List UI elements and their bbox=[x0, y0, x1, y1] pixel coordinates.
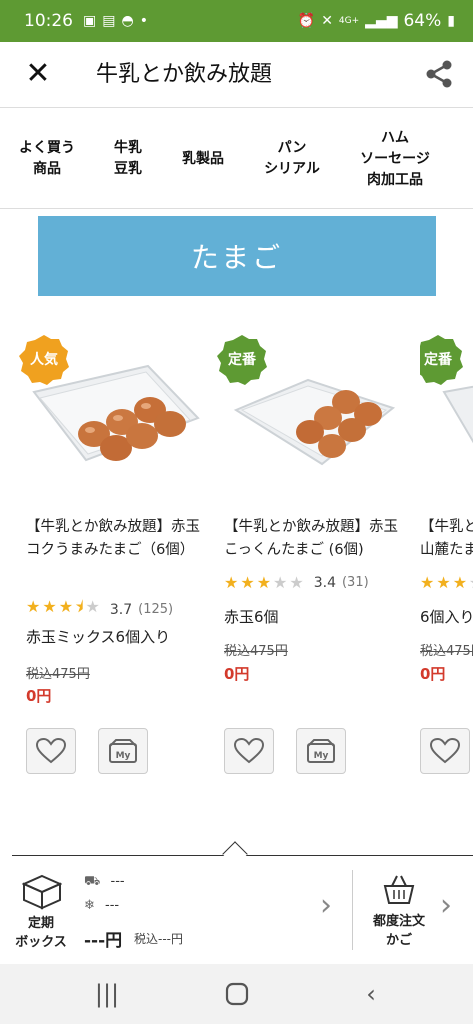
notification-icon: ▤ bbox=[102, 13, 116, 29]
product-note: 6個入り bbox=[420, 608, 473, 626]
status-bar: 10:26 ▣ ▤ ◓ • ⏰ ✕ 4G+ ▂▄▆ 64% ▮ bbox=[0, 0, 473, 42]
chevron-right-icon[interactable]: › bbox=[440, 888, 452, 923]
cart-bar: 定期 ボックス ⛟ --- ❄ --- ---円 税込---円 › 都度注文 か… bbox=[0, 856, 473, 964]
svg-text:My: My bbox=[116, 751, 131, 761]
basket-label: 都度注文 かご bbox=[372, 914, 425, 948]
rating-value: 3.7 bbox=[109, 601, 133, 618]
truck-icon: ⛟ bbox=[84, 874, 101, 889]
my-box-button[interactable]: My bbox=[296, 728, 346, 774]
shipping-value: --- bbox=[110, 874, 125, 889]
rating-value: 3.4 bbox=[313, 574, 336, 591]
my-box-icon: My bbox=[307, 739, 335, 763]
battery-level: 64% bbox=[403, 11, 442, 31]
heart-icon bbox=[234, 738, 264, 764]
alarm-icon: ⏰ bbox=[297, 13, 316, 29]
category-tab-ham[interactable]: ハム ソーセージ 肉加工品 bbox=[348, 109, 442, 209]
chevron-right-icon[interactable]: › bbox=[320, 888, 332, 923]
product-card[interactable]: 定番 【牛乳とか飲み放題】赤玉こっくんたまご (6個) ★★★★★ 3.4 (3… bbox=[217, 330, 399, 780]
heart-icon bbox=[430, 738, 460, 764]
close-icon[interactable]: ✕ bbox=[22, 58, 54, 90]
dot-icon: • bbox=[139, 13, 148, 29]
system-nav-bar: ||| ‹ bbox=[0, 964, 473, 1024]
snowflake-icon: ❄ bbox=[84, 898, 95, 913]
cart-tax-total: 税込---円 bbox=[134, 932, 183, 946]
share-icon[interactable] bbox=[423, 58, 455, 90]
egg-pack-image bbox=[233, 378, 396, 466]
heart-icon bbox=[36, 738, 66, 764]
category-tab-bread[interactable]: パン シリアル bbox=[252, 109, 332, 209]
product-card[interactable]: 定番 【牛乳とか飲み放題】富士山麓たまご ★★★★★ 6個入り 税込475円 0… bbox=[420, 330, 473, 780]
favorite-button[interactable] bbox=[420, 728, 470, 774]
status-time: 10:26 bbox=[24, 11, 73, 31]
product-note: 赤玉6個 bbox=[224, 608, 279, 626]
rating-stars: ★★★★★ bbox=[224, 573, 306, 592]
shipping-row: ⛟ --- bbox=[84, 874, 125, 891]
rating-stars: ★★★⯨★ bbox=[26, 597, 102, 616]
product-note: 赤玉ミックス6個入り bbox=[26, 628, 171, 646]
cart-divider-vertical bbox=[352, 870, 353, 950]
original-price: 税込475円 bbox=[420, 644, 473, 659]
product-name[interactable]: 【牛乳とか飲み放題】富士山麓たまご bbox=[420, 516, 473, 562]
product-name[interactable]: 【牛乳とか飲み放題】赤玉こっくんたまご (6個) bbox=[224, 516, 399, 562]
recent-apps-icon[interactable]: ||| bbox=[90, 978, 124, 1010]
signal-icon: ▂▄▆ bbox=[365, 13, 398, 29]
original-price: 税込475円 bbox=[224, 644, 288, 659]
gallery-icon: ▣ bbox=[83, 13, 97, 29]
app-header: ✕ 牛乳とか飲み放題 bbox=[0, 42, 473, 108]
category-tab-dairy[interactable]: 乳製品 bbox=[168, 109, 238, 209]
product-rating: ★★★★★ 3.4 (31) bbox=[224, 573, 399, 592]
svg-text:My: My bbox=[314, 751, 329, 761]
incognito-icon: ◓ bbox=[121, 13, 134, 29]
frozen-value: --- bbox=[105, 898, 120, 913]
back-icon[interactable]: ‹ bbox=[354, 978, 388, 1010]
review-count: (125) bbox=[138, 602, 174, 617]
review-count: (31) bbox=[341, 575, 369, 590]
original-price: 税込475円 bbox=[26, 667, 90, 682]
battery-icon: ▮ bbox=[447, 13, 455, 29]
box-icon bbox=[22, 874, 62, 910]
favorite-button[interactable] bbox=[26, 728, 76, 774]
sale-price: 0円 bbox=[224, 665, 250, 683]
my-box-button[interactable]: My bbox=[98, 728, 148, 774]
product-name[interactable]: 【牛乳とか飲み放題】赤玉コクうまみたまご（6個） bbox=[26, 516, 201, 562]
category-tab-milk[interactable]: 牛乳 豆乳 bbox=[98, 109, 158, 209]
section-banner: たまご bbox=[38, 216, 436, 296]
egg-pack-image bbox=[32, 364, 200, 462]
egg-pack-image bbox=[442, 385, 473, 444]
my-box-icon: My bbox=[109, 739, 137, 763]
home-icon[interactable] bbox=[220, 978, 254, 1010]
sale-price: 0円 bbox=[420, 665, 446, 683]
mute-icon: ✕ bbox=[321, 13, 333, 29]
product-card-clip: 定番 【牛乳とか飲み放題】富士山麓たまご ★★★★★ 6個入り 税込475円 0… bbox=[420, 330, 473, 780]
rating-stars: ★★★★★ bbox=[420, 573, 473, 592]
favorite-button[interactable] bbox=[224, 728, 274, 774]
basket-icon bbox=[383, 875, 415, 904]
product-card[interactable]: 人気 【牛乳とか飲み放題】赤玉コクうまみたまご（6個） ★★★⯨★ 3.7 (1… bbox=[19, 330, 201, 780]
cart-total: ---円 bbox=[84, 931, 123, 951]
sale-price: 0円 bbox=[26, 687, 52, 705]
page-title: 牛乳とか飲み放題 bbox=[96, 62, 273, 87]
box-label: 定期 ボックス bbox=[15, 916, 67, 950]
category-tabs: よく買う 商品 牛乳 豆乳 乳製品 パン シリアル ハム ソーセージ 肉加工品 bbox=[0, 109, 473, 209]
network-label: 4G+ bbox=[338, 16, 360, 26]
product-rating: ★★★⯨★ 3.7 (125) bbox=[26, 596, 201, 623]
category-tab-frequent[interactable]: よく買う 商品 bbox=[6, 109, 88, 209]
frozen-row: ❄ --- bbox=[84, 898, 119, 913]
product-rating: ★★★★★ bbox=[420, 573, 473, 592]
